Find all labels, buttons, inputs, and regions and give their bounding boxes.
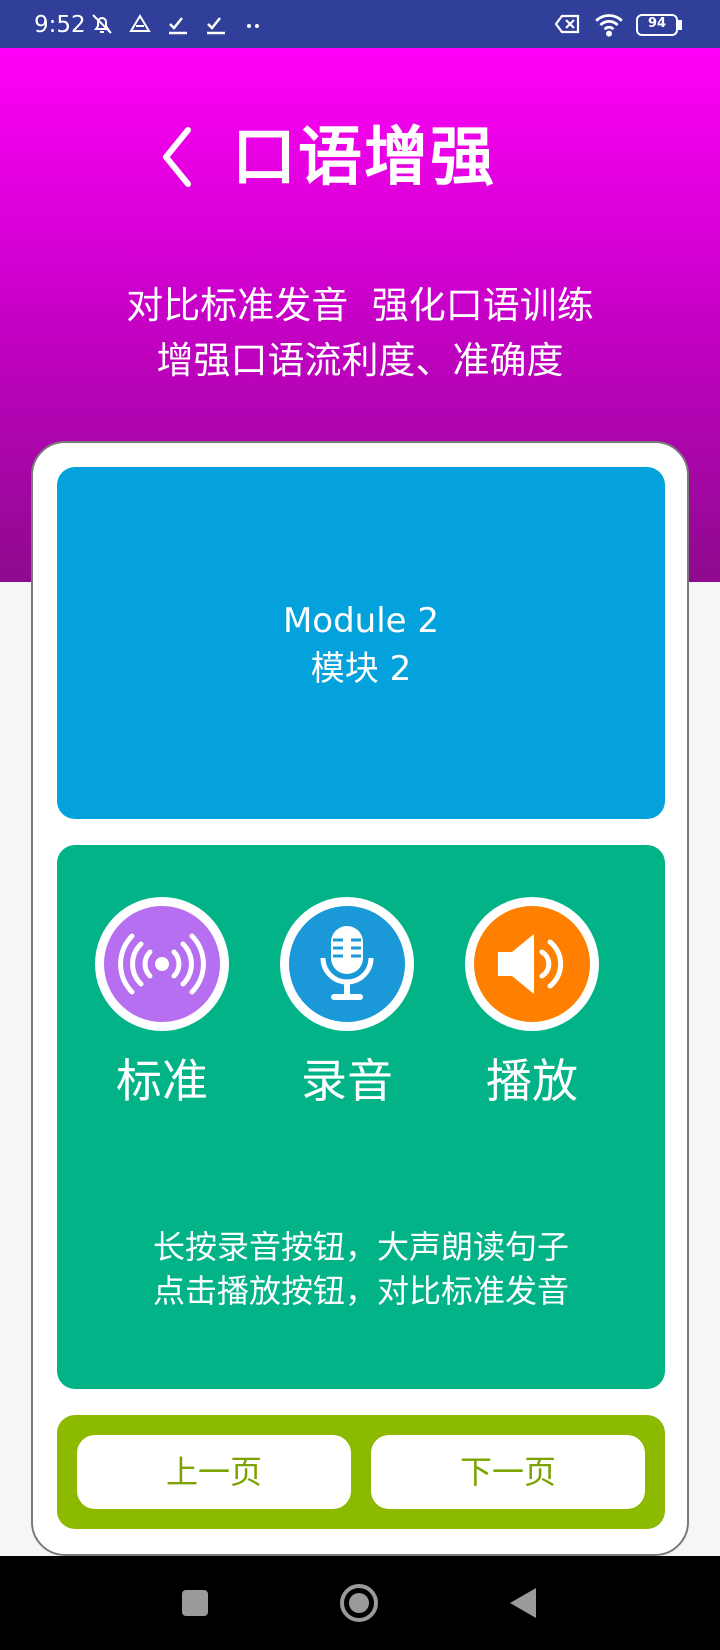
module-name-en: Module 2 xyxy=(282,601,440,641)
battery-icon: 94 xyxy=(636,12,682,36)
broadcast-icon xyxy=(104,906,220,1022)
record-button[interactable]: 录音 xyxy=(272,897,422,1111)
play-label: 播放 xyxy=(486,1054,578,1108)
subtitle-line-2: 增强口语流利度、准确度 xyxy=(156,339,564,382)
check-icon xyxy=(169,17,187,35)
back-arrow-icon[interactable] xyxy=(156,122,200,192)
next-page-button[interactable]: 下一页 xyxy=(371,1435,645,1509)
pagination-panel: 上一页 下一页 xyxy=(57,1415,665,1529)
drive-icon xyxy=(129,14,151,32)
back-nav-icon[interactable] xyxy=(508,1586,538,1620)
page-title: 口语增强 xyxy=(232,121,496,195)
home-icon[interactable] xyxy=(338,1582,380,1624)
check-icon xyxy=(207,17,225,35)
page-subtitle: 对比标准发音 强化口语训练 增强口语流利度、准确度 xyxy=(0,278,720,388)
play-button[interactable]: 播放 xyxy=(457,897,607,1111)
no-sim-icon xyxy=(554,14,580,34)
instruction-line-1: 长按录音按钮，大声朗读句子 xyxy=(152,1228,569,1266)
standard-label: 标准 xyxy=(116,1054,208,1108)
previous-page-button[interactable]: 上一页 xyxy=(77,1435,351,1509)
instruction-line-2: 点击播放按钮，对比标准发音 xyxy=(152,1272,569,1310)
play-button-circle[interactable] xyxy=(465,897,599,1031)
record-button-circle[interactable] xyxy=(280,897,414,1031)
module-name-zh: 模块 2 xyxy=(310,649,412,689)
recents-icon[interactable] xyxy=(180,1588,210,1618)
speaker-icon xyxy=(474,906,590,1022)
standard-button-circle[interactable] xyxy=(95,897,229,1031)
lesson-card: Module 2 模块 2 标准 录音 播放 长按录音按钮，大声朗读句子 点击播… xyxy=(31,441,689,1556)
system-nav-bar xyxy=(0,1556,720,1650)
status-time: 9:52 xyxy=(34,12,86,38)
status-left-icons xyxy=(90,12,266,36)
standard-audio-button[interactable]: 标准 xyxy=(87,897,237,1111)
subtitle-line-1: 对比标准发音 强化口语训练 xyxy=(126,284,594,327)
wifi-icon xyxy=(595,14,623,37)
status-bar: 9:52 94 xyxy=(0,0,720,48)
more-dots-icon xyxy=(247,24,259,28)
practice-panel: 标准 录音 播放 长按录音按钮，大声朗读句子 点击播放按钮，对比标准发音 xyxy=(57,845,665,1389)
record-label: 录音 xyxy=(301,1054,393,1108)
status-right-icons: 94 xyxy=(554,11,682,37)
instructions: 长按录音按钮，大声朗读句子 点击播放按钮，对比标准发音 xyxy=(57,1225,665,1313)
notification-off-icon xyxy=(92,14,112,34)
battery-level: 94 xyxy=(647,16,667,31)
module-panel: Module 2 模块 2 xyxy=(57,467,665,819)
microphone-icon xyxy=(289,906,405,1022)
